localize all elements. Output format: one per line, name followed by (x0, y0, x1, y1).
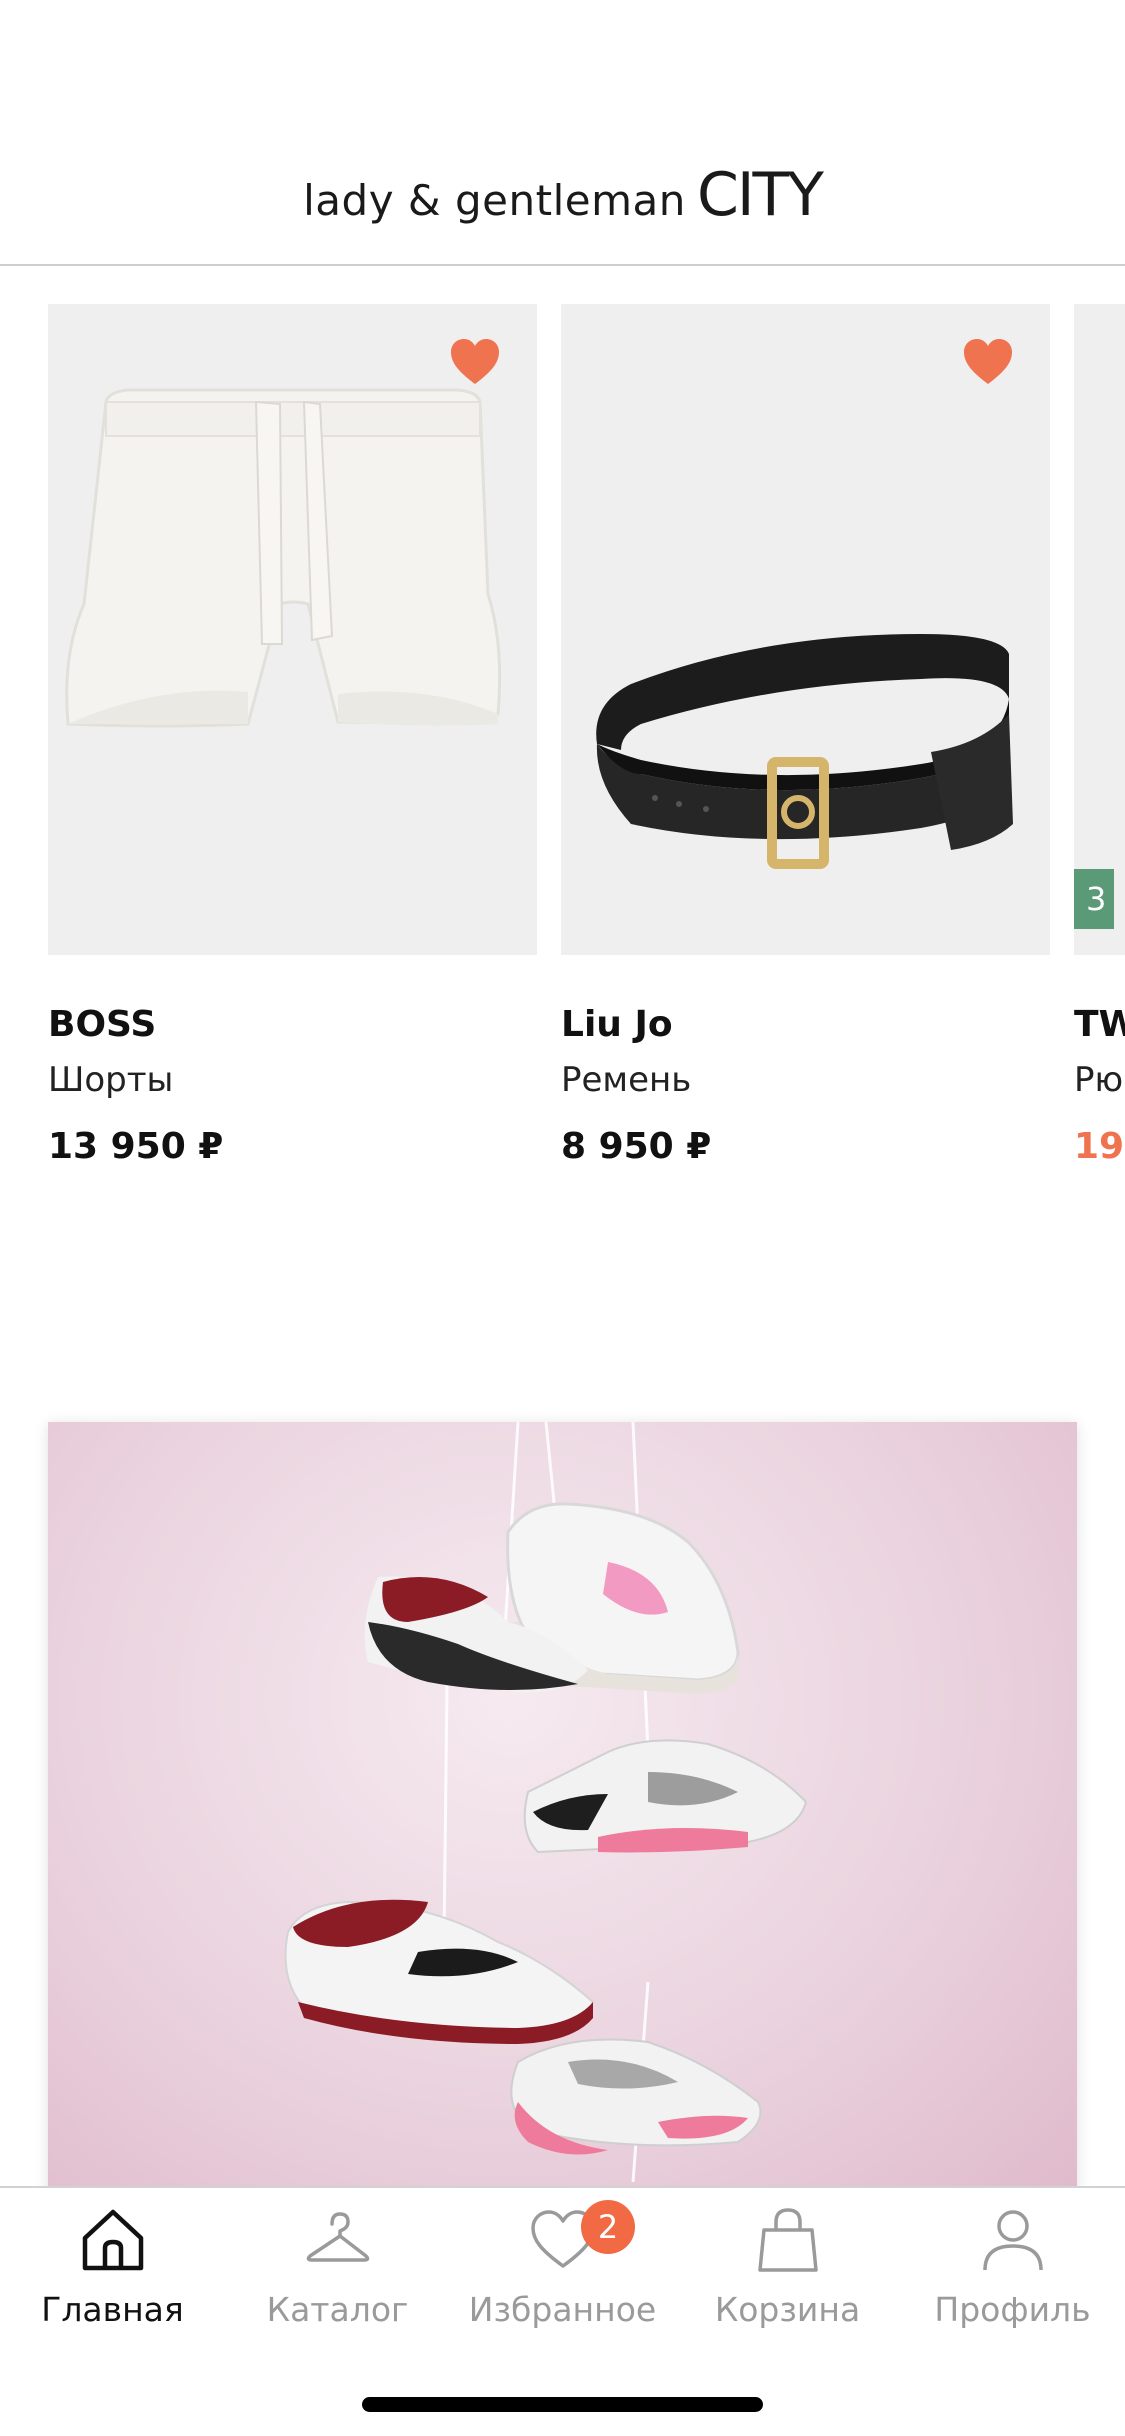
product-brand: Liu Jo (561, 1004, 673, 1045)
favorites-count-badge: 2 (581, 2200, 635, 2254)
product-card[interactable]: BOSS Шорты 13 950 ₽ (48, 304, 537, 1204)
product-image-belt[interactable] (561, 304, 1050, 955)
product-brand: BOSS (48, 1004, 157, 1045)
favorite-heart-icon[interactable] (962, 338, 1014, 386)
product-price: 13 950 ₽ (48, 1126, 224, 1167)
tab-cart[interactable]: Корзина (675, 2188, 900, 2358)
logo-city-text: CITY (696, 160, 824, 230)
bag-icon (758, 2208, 818, 2272)
tab-catalog[interactable]: Каталог (225, 2188, 450, 2358)
brand-logo[interactable]: lady & gentleman CITY (0, 160, 1125, 230)
product-price: 19 (1074, 1126, 1125, 1167)
product-type: Шорты (48, 1060, 174, 1100)
favorite-heart-icon[interactable] (449, 338, 501, 386)
hanger-icon (306, 2212, 370, 2262)
discount-badge: 3 (1074, 869, 1114, 929)
product-type: Рю (1074, 1060, 1124, 1100)
app-header: lady & gentleman CITY (0, 0, 1125, 266)
product-price: 8 950 ₽ (561, 1126, 712, 1167)
product-image-partial[interactable] (1074, 304, 1125, 955)
logo-text: lady & gentleman (303, 176, 686, 225)
product-image-shorts[interactable] (48, 304, 537, 955)
product-brand: TW (1074, 1004, 1125, 1045)
tab-profile[interactable]: Профиль (900, 2188, 1125, 2358)
promo-banner-sneakers[interactable] (48, 1422, 1077, 2212)
tab-label: Корзина (714, 2290, 861, 2329)
product-card[interactable]: 3 TW Рю 19 (1074, 304, 1125, 1204)
product-carousel[interactable]: BOSS Шорты 13 950 ₽ Liu Jo Ремень 8 950 … (0, 304, 1125, 1204)
tab-favorites[interactable]: 2 Избранное (450, 2188, 675, 2358)
tab-label: Каталог (266, 2290, 409, 2329)
tab-label: Главная (41, 2290, 184, 2329)
profile-icon (983, 2210, 1043, 2271)
product-card[interactable]: Liu Jo Ремень 8 950 ₽ (561, 304, 1050, 1204)
home-indicator (362, 2397, 763, 2412)
tab-label: Избранное (468, 2290, 657, 2329)
tab-label: Профиль (934, 2290, 1091, 2329)
product-type: Ремень (561, 1060, 692, 1100)
tab-home[interactable]: Главная (0, 2188, 225, 2358)
home-icon (82, 2209, 144, 2271)
